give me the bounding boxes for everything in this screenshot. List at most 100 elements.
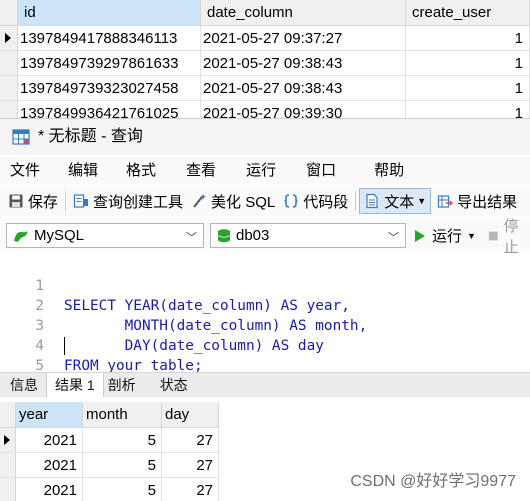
column-header-id[interactable]: id <box>18 0 201 26</box>
row-header[interactable] <box>0 51 18 76</box>
stop-label: 停止 <box>503 217 519 256</box>
menu-view[interactable]: 查看 <box>166 157 226 185</box>
background-grid-header: id date_column create_user <box>0 0 530 26</box>
table-row[interactable]: 1397849936421761025 2021-05-27 09:39:30 … <box>0 101 530 118</box>
menu-run[interactable]: 运行 <box>226 157 286 185</box>
table-row[interactable]: 2021 5 27 <box>0 453 219 478</box>
menu-edit[interactable]: 编辑 <box>50 157 108 185</box>
database-select[interactable]: db03 ﹀ <box>210 223 406 248</box>
row-header[interactable] <box>0 26 18 51</box>
table-row[interactable]: 1397849417888346113 2021-05-27 09:37:27 … <box>0 26 530 51</box>
cell-month[interactable]: 5 <box>83 478 162 501</box>
cell-day[interactable]: 27 <box>162 428 219 453</box>
run-options-icon[interactable]: ▼ <box>467 231 476 241</box>
database-icon <box>217 228 231 242</box>
connection-bar: MySQL ﹀ db03 ﹀ 运行 ▼ 停止 <box>0 218 530 256</box>
cell-create-user[interactable]: 1 <box>406 26 530 51</box>
cell-month[interactable]: 5 <box>83 453 162 478</box>
query-builder-button[interactable]: 查询创建工具 <box>69 188 187 214</box>
row-header[interactable] <box>0 453 16 478</box>
menu-window[interactable]: 窗口 <box>286 157 346 185</box>
text-mode-button[interactable]: 文本 ▼ <box>359 188 432 214</box>
save-label: 保存 <box>28 193 59 211</box>
cell-create-user[interactable]: 1 <box>406 51 530 76</box>
cell-id[interactable]: 1397849739297861633 <box>18 51 201 76</box>
cell-create-user[interactable]: 1 <box>406 101 530 118</box>
connection-name: MySQL <box>34 227 85 244</box>
row-header[interactable] <box>0 428 16 453</box>
table-row[interactable]: 1397849739323027458 2021-05-27 09:38:43 … <box>0 76 530 101</box>
background-result-grid: id date_column create_user 1397849417888… <box>0 0 530 118</box>
editor-line[interactable]: 3 DAY(date_column) AS day <box>0 296 530 354</box>
row-header-corner <box>0 0 18 26</box>
cell-create-user[interactable]: 1 <box>406 76 530 101</box>
editor-line[interactable]: 1 SELECT YEAR(date_column) AS year, <box>0 256 530 314</box>
current-row-pointer-icon <box>4 435 10 445</box>
chevron-down-icon: ﹀ <box>388 232 399 244</box>
cell-id[interactable]: 1397849936421761025 <box>18 101 201 118</box>
column-header-month[interactable]: month <box>83 402 162 428</box>
table-row[interactable]: 1397849739297861633 2021-05-27 09:38:43 … <box>0 51 530 76</box>
cell-day[interactable]: 27 <box>162 478 219 501</box>
cell-month[interactable]: 5 <box>83 428 162 453</box>
cell-year[interactable]: 2021 <box>16 453 83 478</box>
cell-date-column[interactable]: 2021-05-27 09:37:27 <box>201 26 406 51</box>
cell-date-column[interactable]: 2021-05-27 09:38:43 <box>201 51 406 76</box>
menu-format[interactable]: 格式 <box>108 157 166 185</box>
row-header[interactable] <box>0 478 16 501</box>
beautify-sql-label: 美化 SQL <box>211 193 276 211</box>
code-snippet-button[interactable]: 代码段 <box>279 188 352 214</box>
cell-day[interactable]: 27 <box>162 453 219 478</box>
stop-icon <box>488 231 498 240</box>
sql-editor[interactable]: 1 SELECT YEAR(date_column) AS year, 2 MO… <box>0 254 530 374</box>
column-header-year[interactable]: year <box>16 402 83 428</box>
editor-line[interactable]: 4 FROM your_table; <box>0 316 530 374</box>
save-button[interactable]: 保存 <box>0 188 62 214</box>
cell-id[interactable]: 1397849739323027458 <box>18 76 201 101</box>
text-cursor <box>64 337 65 355</box>
toolbar-separator <box>65 191 67 211</box>
tab-status[interactable]: 状态 <box>144 373 196 397</box>
toolbar-separator <box>355 191 357 211</box>
table-row[interactable]: 2021 5 27 <box>0 478 219 501</box>
code-snippet-icon <box>284 194 298 208</box>
menu-file[interactable]: 文件 <box>0 157 50 185</box>
text-mode-label: 文本 <box>384 193 415 211</box>
export-results-button[interactable]: 导出结果 <box>431 188 521 214</box>
run-button[interactable]: 运行 ▼ <box>414 223 476 248</box>
beautify-sql-button[interactable]: 美化 SQL <box>187 188 279 214</box>
query-builder-icon <box>73 194 89 208</box>
save-icon <box>9 194 23 208</box>
row-header[interactable] <box>0 76 18 101</box>
row-header-corner <box>0 402 16 428</box>
table-row[interactable]: 2021 5 27 <box>0 428 219 453</box>
window-title-bar[interactable]: * 无标题 - 查询 <box>0 119 530 155</box>
editor-line[interactable]: 2 MONTH(date_column) AS month, <box>0 276 530 334</box>
stop-button[interactable]: 停止 <box>488 218 530 256</box>
column-header-date-column[interactable]: date_column <box>201 0 406 26</box>
cell-date-column[interactable]: 2021-05-27 09:38:43 <box>201 76 406 101</box>
connection-select[interactable]: MySQL ﹀ <box>6 223 204 248</box>
row-header[interactable] <box>0 101 18 118</box>
cell-year[interactable]: 2021 <box>16 478 83 501</box>
menu-help[interactable]: 帮助 <box>346 157 414 185</box>
column-header-day[interactable]: day <box>162 402 219 428</box>
tab-result-1[interactable]: 结果 1 <box>46 373 104 397</box>
run-label: 运行 <box>432 228 463 245</box>
result-grid-header: year month day <box>0 402 219 428</box>
cell-year[interactable]: 2021 <box>16 428 83 453</box>
magic-wand-icon <box>193 194 207 208</box>
editor-line[interactable]: 5 <box>0 336 530 374</box>
cell-id[interactable]: 1397849417888346113 <box>18 26 201 51</box>
menu-bar: 文件 编辑 格式 查看 运行 窗口 帮助 <box>0 157 530 185</box>
export-icon <box>438 195 454 208</box>
chevron-down-icon[interactable]: ▼ <box>417 196 426 206</box>
tab-info[interactable]: 信息 <box>0 373 46 397</box>
column-header-create-user[interactable]: create_user <box>406 0 530 26</box>
query-window: * 无标题 - 查询 文件 编辑 格式 查看 运行 窗口 帮助 保存 查询创建工… <box>0 118 530 501</box>
tab-profile[interactable]: 剖析 <box>104 373 144 397</box>
toolbar: 保存 查询创建工具 美化 SQL 代码段 文本 ▼ 导出结果 <box>0 186 530 216</box>
export-results-label: 导出结果 <box>457 193 518 211</box>
cell-date-column[interactable]: 2021-05-27 09:39:30 <box>201 101 406 118</box>
current-row-pointer-icon <box>5 33 11 43</box>
